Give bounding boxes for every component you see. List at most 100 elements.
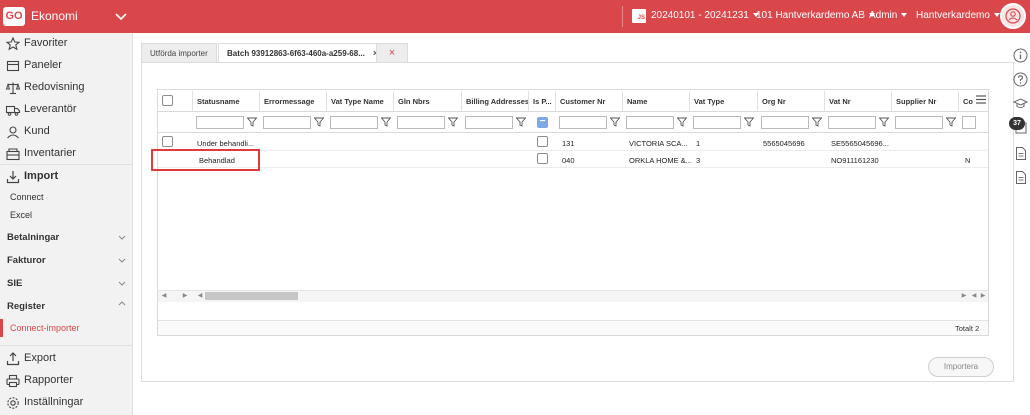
user-selector[interactable]: Hantverkardemo [916, 10, 1000, 21]
column-header-supplier-nr[interactable]: Supplier Nr [896, 97, 936, 106]
column-divider[interactable] [192, 91, 193, 111]
sidebar-item-favoriter[interactable]: Favoriter [0, 33, 133, 55]
sidebar-subitem-excel[interactable]: Excel [10, 210, 32, 220]
column-header-vat-type[interactable]: Vat Type [694, 97, 724, 106]
cell-name[interactable]: VICTORIA SCA... [629, 139, 688, 148]
column-header-errormessage[interactable]: Errormessage [264, 97, 314, 106]
close-icon[interactable]: × [389, 47, 395, 59]
sidebar-section-fakturor[interactable]: Fakturor [7, 255, 46, 266]
sidebar-subitem-connect[interactable]: Connect [10, 192, 44, 202]
filter-input-supplier-nr[interactable] [895, 116, 943, 129]
filter-icon[interactable] [744, 117, 754, 127]
company-selector[interactable]: 101 Hantverkardemo AB [756, 10, 875, 21]
column-divider[interactable] [958, 91, 959, 111]
scroll-left-icon[interactable]: ◀ [196, 292, 204, 300]
filter-icon[interactable] [677, 117, 687, 127]
importera-button[interactable]: Importera [928, 357, 994, 377]
filter-input-gln-nbrs[interactable] [397, 116, 445, 129]
cell-name[interactable]: ORKLA HOME &... [629, 156, 692, 165]
sidebar-item-paneler[interactable]: Paneler [0, 55, 133, 77]
date-range-selector[interactable]: 20240101 - 20241231 [651, 10, 759, 21]
is-p-checkbox[interactable] [537, 136, 548, 147]
is-p-checkbox[interactable] [537, 153, 548, 164]
sidebar-item-export[interactable]: Export [0, 348, 133, 370]
document-icon[interactable] [1013, 170, 1028, 185]
avatar[interactable] [1000, 3, 1026, 29]
column-header-gln-nbrs[interactable]: Gln Nbrs [398, 97, 430, 106]
filter-input-co[interactable] [962, 116, 976, 129]
column-header-vat-type-name[interactable]: Vat Type Name [331, 97, 384, 106]
chevron-down-icon[interactable] [118, 256, 126, 264]
sidebar-item-redovisning[interactable]: Redovisning [0, 77, 133, 99]
chevron-up-icon[interactable] [118, 300, 126, 308]
column-header-co[interactable]: Co [963, 97, 973, 106]
column-header-customer-nr[interactable]: Customer Nr [560, 97, 605, 106]
cell-statusname[interactable]: Under behandli... [197, 139, 254, 148]
cell-org-nr[interactable]: 5565045696 [763, 139, 805, 148]
scroll-right-icon[interactable]: ▶ [181, 292, 189, 300]
sidebar-section-sie[interactable]: SIE [7, 278, 22, 289]
row-checkbox[interactable] [162, 136, 173, 147]
filter-input-billing-addresses[interactable] [465, 116, 513, 129]
cell-co[interactable]: N [965, 156, 970, 165]
filter-icon[interactable] [247, 117, 257, 127]
filter-input-statusname[interactable] [196, 116, 244, 129]
scroll-left-icon[interactable]: ◀ [970, 292, 978, 300]
filter-input-name[interactable] [626, 116, 674, 129]
filter-icon[interactable] [516, 117, 526, 127]
chevron-down-icon[interactable] [114, 9, 128, 23]
column-divider[interactable] [891, 91, 892, 111]
is-p-filter-indeterminate[interactable]: − [537, 117, 548, 128]
tab-utforda-importer[interactable]: Utförda importer [141, 43, 217, 62]
filter-icon[interactable] [314, 117, 324, 127]
scrollbar-thumb[interactable] [205, 292, 298, 300]
filter-input-vat-type-name[interactable] [330, 116, 378, 129]
cell-customer-nr[interactable]: 040 [562, 156, 575, 165]
cell-customer-nr[interactable]: 131 [562, 139, 575, 148]
column-divider[interactable] [461, 91, 462, 111]
column-divider[interactable] [622, 91, 623, 111]
sidebar-item-inventarier[interactable]: Inventarier [0, 143, 133, 165]
cell-vat-type[interactable]: 1 [696, 139, 700, 148]
select-all-checkbox[interactable] [162, 95, 173, 106]
column-header-statusname[interactable]: Statusname [197, 97, 240, 106]
column-header-billing-addresses[interactable]: Billing Addresses [466, 97, 529, 106]
sidebar-subitem-connect-importer[interactable]: Connect-importer [10, 323, 80, 333]
sidebar-item-installningar[interactable]: Inställningar [0, 392, 133, 414]
column-divider[interactable] [326, 91, 327, 111]
chevron-down-icon[interactable] [118, 279, 126, 287]
scroll-left-icon[interactable]: ◀ [160, 292, 168, 300]
filter-input-customer-nr[interactable] [559, 116, 607, 129]
role-selector[interactable]: Admin [869, 10, 908, 21]
column-header-is-p[interactable]: Is P... [533, 97, 552, 106]
sidebar-item-kund[interactable]: Kund [0, 121, 133, 143]
filter-icon[interactable] [812, 117, 822, 127]
column-divider[interactable] [689, 91, 690, 111]
filter-input-vat-nr[interactable] [828, 116, 876, 129]
tab-batch[interactable]: Batch 93912863-6f63-460a-a259-68...× [218, 43, 388, 63]
tab-new[interactable]: × [376, 43, 408, 62]
column-header-vat-nr[interactable]: Vat Nr [829, 97, 851, 106]
filter-icon[interactable] [946, 117, 956, 127]
sidebar-item-leverantor[interactable]: Leverantör [0, 99, 133, 121]
column-divider[interactable] [393, 91, 394, 111]
app-name[interactable]: Ekonomi [31, 9, 78, 23]
column-header-name[interactable]: Name [627, 97, 647, 106]
sidebar-item-import[interactable]: Import [0, 166, 133, 188]
filter-input-org-nr[interactable] [761, 116, 809, 129]
filter-icon[interactable] [381, 117, 391, 127]
scroll-right-icon[interactable]: ▶ [979, 292, 987, 300]
js-calendar-icon[interactable]: JS [632, 9, 646, 23]
sidebar-section-betalningar[interactable]: Betalningar [7, 232, 59, 243]
chevron-down-icon[interactable] [118, 233, 126, 241]
column-divider[interactable] [528, 91, 529, 111]
cell-vat-type[interactable]: 3 [696, 156, 700, 165]
sidebar-item-rapporter[interactable]: Rapporter [0, 370, 133, 392]
filter-icon[interactable] [610, 117, 620, 127]
scroll-right-icon[interactable]: ▶ [960, 292, 968, 300]
column-divider[interactable] [757, 91, 758, 111]
filter-icon[interactable] [879, 117, 889, 127]
filter-icon[interactable] [448, 117, 458, 127]
sidebar-section-register[interactable]: Register [7, 301, 45, 312]
column-divider[interactable] [555, 91, 556, 111]
